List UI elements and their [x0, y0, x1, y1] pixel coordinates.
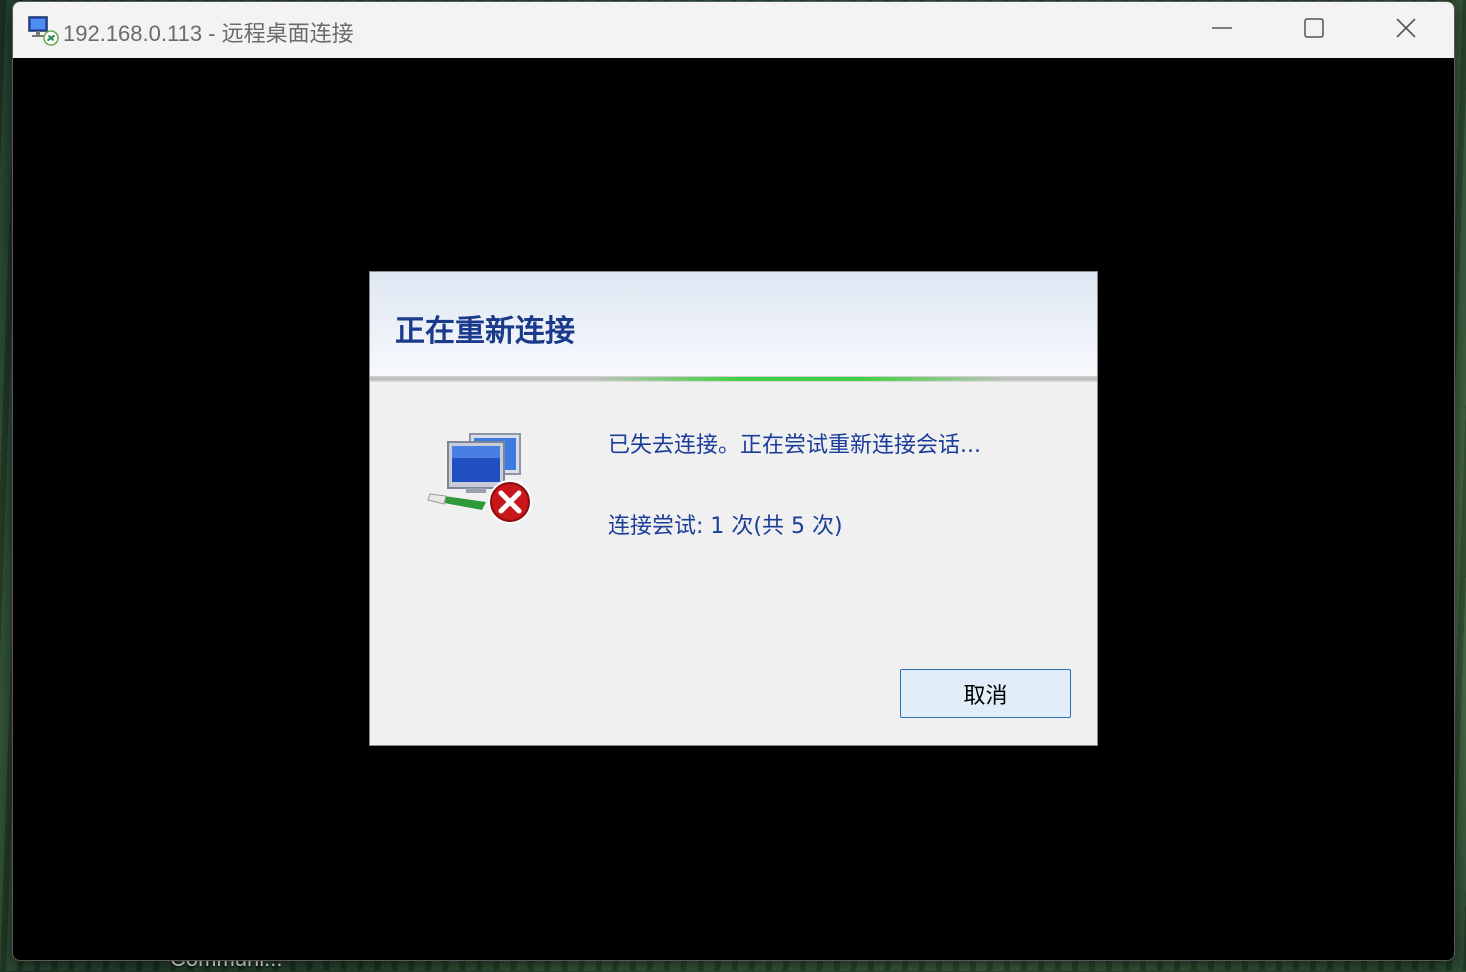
maximize-button[interactable]: [1268, 2, 1360, 58]
remote-desktop-icon: [27, 14, 61, 46]
dialog-header: 正在重新连接: [370, 272, 1097, 376]
close-icon: [1395, 17, 1417, 43]
minimize-icon: [1211, 17, 1233, 43]
cancel-button[interactable]: 取消: [900, 669, 1071, 718]
window-title: 192.168.0.113 - 远程桌面连接: [63, 21, 354, 46]
maximize-icon: [1303, 17, 1325, 43]
close-button[interactable]: [1360, 2, 1452, 58]
minimize-button[interactable]: [1176, 2, 1268, 58]
reconnecting-dialog: 正在重新连接 已失去连接。正在尝试重新连接会话... 连接尝试: 1 次(共 5…: [369, 271, 1098, 746]
network-disconnected-error-icon: [426, 428, 538, 528]
reconnect-attempts-text: 连接尝试: 1 次(共 5 次): [608, 514, 843, 539]
dialog-title: 正在重新连接: [395, 314, 575, 349]
remote-desktop-window: 192.168.0.113 - 远程桌面连接 正在重新连接 已失去连接。正在尝试…: [12, 1, 1455, 961]
connection-lost-message: 已失去连接。正在尝试重新连接会话...: [608, 433, 981, 458]
window-titlebar[interactable]: 192.168.0.113 - 远程桌面连接: [13, 2, 1454, 58]
reconnect-progress-indicator: [590, 377, 1010, 381]
